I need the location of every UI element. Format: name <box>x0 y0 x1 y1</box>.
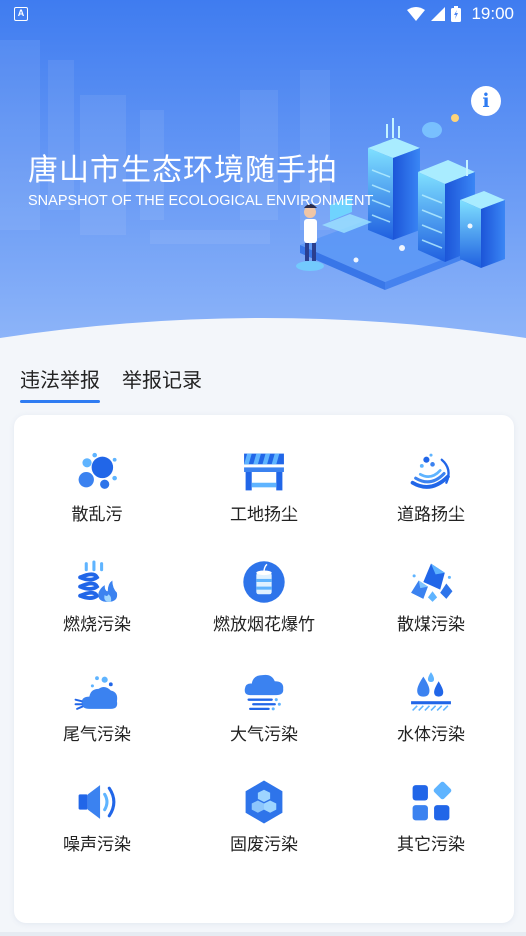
category-air-pollution[interactable]: 大气污染 <box>181 635 347 745</box>
burning-pollution-icon <box>78 560 118 602</box>
status-time: 19:00 <box>471 4 514 23</box>
air-pollution-icon <box>244 674 284 711</box>
wifi-icon <box>407 7 426 21</box>
category-label: 尾气污染 <box>63 725 131 745</box>
status-bar: A 19:00 <box>0 0 526 28</box>
category-grid: 散乱污 工地扬尘 道路扬尘 燃烧污染 燃放烟花爆竹 散煤污染 尾气污染 大气污染… <box>14 415 514 923</box>
construction-dust-icon <box>244 453 284 491</box>
category-coal-pollution[interactable]: 散煤污染 <box>348 525 514 635</box>
category-label: 道路扬尘 <box>397 505 465 525</box>
info-icon: i <box>482 90 490 112</box>
category-label: 噪声污染 <box>63 835 131 855</box>
category-exhaust-pollution[interactable]: 尾气污染 <box>14 635 180 745</box>
category-water-pollution[interactable]: 水体污染 <box>348 635 514 745</box>
water-pollution-icon <box>411 672 451 711</box>
category-label: 大气污染 <box>230 725 298 745</box>
other-pollution-icon <box>412 781 452 821</box>
app-notification-icon: A <box>14 7 28 21</box>
category-label: 其它污染 <box>397 835 465 855</box>
tab-report-records[interactable]: 举报记录 <box>122 364 202 403</box>
exhaust-pollution-icon <box>74 676 118 710</box>
category-fireworks[interactable]: 燃放烟花爆竹 <box>181 525 347 635</box>
category-scattered-pollution[interactable]: 散乱污 <box>14 415 180 525</box>
report-tabs: 违法举报 举报记录 <box>20 364 202 403</box>
battery-icon <box>451 6 462 22</box>
category-label: 散乱污 <box>71 505 123 525</box>
category-construction-dust[interactable]: 工地扬尘 <box>181 415 347 525</box>
hero-banner: i 唐山市生态环境随手拍 SNAPSHOT OF THE ECOLOGICAL … <box>0 0 526 345</box>
info-button[interactable]: i <box>471 86 501 116</box>
category-label: 燃烧污染 <box>63 615 131 635</box>
solid-waste-icon <box>245 780 283 824</box>
category-label: 水体污染 <box>397 725 465 745</box>
category-label: 燃放烟花爆竹 <box>213 615 315 635</box>
fireworks-icon <box>243 561 285 603</box>
bottom-divider <box>0 932 526 936</box>
category-burning-pollution[interactable]: 燃烧污染 <box>14 525 180 635</box>
category-noise-pollution[interactable]: 噪声污染 <box>14 745 180 855</box>
category-other-pollution[interactable]: 其它污染 <box>348 745 514 855</box>
category-solid-waste[interactable]: 固废污染 <box>181 745 347 855</box>
hero-title: 唐山市生态环境随手拍 <box>28 153 338 188</box>
tab-violation-report[interactable]: 违法举报 <box>20 364 100 403</box>
road-dust-icon <box>410 453 450 489</box>
category-card: 散乱污 工地扬尘 道路扬尘 燃烧污染 燃放烟花爆竹 散煤污染 尾气污染 大气污染… <box>14 415 514 923</box>
category-label: 散煤污染 <box>397 615 465 635</box>
category-road-dust[interactable]: 道路扬尘 <box>348 415 514 525</box>
cell-signal-icon <box>431 7 446 21</box>
category-label: 固废污染 <box>230 835 298 855</box>
hero-subtitle: SNAPSHOT OF THE ECOLOGICAL ENVIRONMENT <box>28 193 374 209</box>
noise-pollution-icon <box>78 785 116 819</box>
scattered-pollution-icon <box>78 452 117 489</box>
coal-pollution-icon <box>411 563 453 602</box>
category-label: 工地扬尘 <box>230 505 298 525</box>
